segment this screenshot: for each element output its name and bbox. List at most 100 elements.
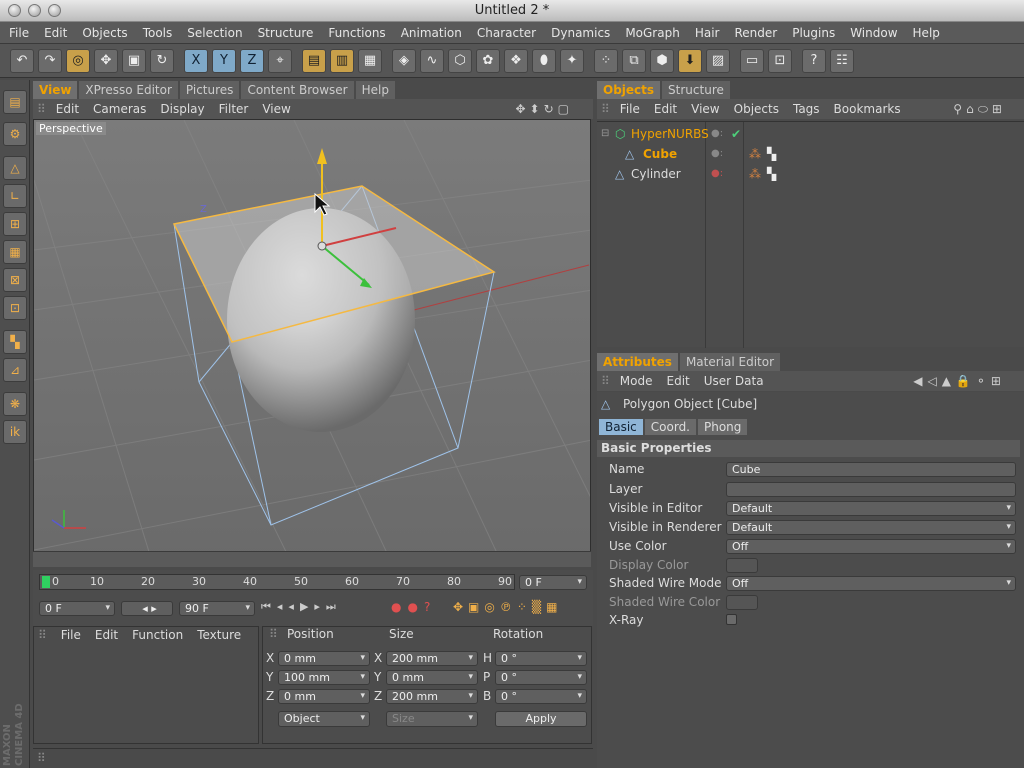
scale-tool-icon[interactable]: ▣ xyxy=(122,49,146,73)
use-model-icon[interactable]: ▤ xyxy=(3,90,27,114)
menu-functions[interactable]: Functions xyxy=(328,26,385,40)
mat-menu-texture[interactable]: Texture xyxy=(197,628,241,642)
menu-file[interactable]: File xyxy=(9,26,29,40)
size-y-field[interactable]: 0 mm xyxy=(386,670,478,685)
lock-icon[interactable]: ⊡ xyxy=(768,49,792,73)
menu-structure[interactable]: Structure xyxy=(258,26,314,40)
attr-menu-user-data[interactable]: User Data xyxy=(704,374,764,388)
tweak-icon[interactable]: ❋ xyxy=(3,392,27,416)
attr-menu-mode[interactable]: Mode xyxy=(620,374,653,388)
viewport-menu-view[interactable]: View xyxy=(262,102,290,116)
redo-icon[interactable]: ↷ xyxy=(38,49,62,73)
object-name[interactable]: HyperNURBS xyxy=(631,125,709,143)
zoom-window-button[interactable] xyxy=(48,4,61,17)
workplane-icon[interactable]: ⊡ xyxy=(3,296,27,320)
list-item[interactable]: △ Cylinder ●: ⁂ ▚ xyxy=(597,165,1024,183)
menu-window[interactable]: Window xyxy=(850,26,897,40)
gizmo-y-arrow-icon[interactable] xyxy=(317,148,327,164)
coordinate-system-icon[interactable]: ⌖ xyxy=(268,49,292,73)
y-axis-lock-icon[interactable]: Y xyxy=(212,49,236,73)
menu-objects[interactable]: Objects xyxy=(82,26,127,40)
texture-mode-icon[interactable]: ▨ xyxy=(706,49,730,73)
menu-help[interactable]: Help xyxy=(913,26,940,40)
layer-field[interactable] xyxy=(726,482,1016,497)
use-color-dropdown[interactable]: Off xyxy=(726,539,1016,554)
ik-icon[interactable]: ik xyxy=(3,420,27,444)
display-color-swatch[interactable] xyxy=(726,558,758,573)
subtab-phong[interactable]: Phong xyxy=(698,419,748,435)
menu-character[interactable]: Character xyxy=(477,26,536,40)
points-tool-icon[interactable]: △ xyxy=(3,156,27,180)
obj-menu-edit[interactable]: Edit xyxy=(654,102,677,116)
object-name[interactable]: Cylinder xyxy=(631,165,681,183)
texture-axis-icon[interactable]: ⊠ xyxy=(3,268,27,292)
mat-menu-edit[interactable]: Edit xyxy=(95,628,118,642)
frame-slider[interactable]: ◂ ▸ xyxy=(121,601,173,616)
close-window-button[interactable] xyxy=(8,4,21,17)
obj-menu-objects[interactable]: Objects xyxy=(734,102,779,116)
menu-dynamics[interactable]: Dynamics xyxy=(551,26,610,40)
light-icon[interactable]: ✦ xyxy=(560,49,584,73)
phong-tag-icon[interactable]: ⁂ xyxy=(749,165,761,183)
render-view-icon[interactable]: ▤ xyxy=(302,49,326,73)
texture-tag-icon[interactable]: ▚ xyxy=(767,145,776,163)
visibility-dots-icon[interactable]: ●: xyxy=(711,145,723,163)
viewport-menu-filter[interactable]: Filter xyxy=(219,102,249,116)
tab-objects[interactable]: Objects xyxy=(597,81,661,99)
settings-icon[interactable]: ☷ xyxy=(830,49,854,73)
edges-mode-icon[interactable]: ⧉ xyxy=(622,49,646,73)
nurbs-icon[interactable]: ⬡ xyxy=(448,49,472,73)
start-frame-field[interactable]: 0 F xyxy=(39,601,115,616)
rotate-tool-icon[interactable]: ↻ xyxy=(150,49,174,73)
viewport-menu-edit[interactable]: Edit xyxy=(56,102,79,116)
subtab-basic[interactable]: Basic xyxy=(599,419,643,435)
drag-handle-icon[interactable]: ⠿ xyxy=(37,102,46,116)
axis-mode-icon[interactable]: ⬇ xyxy=(678,49,702,73)
enabled-check-icon[interactable]: ✔ xyxy=(731,125,741,143)
menu-render[interactable]: Render xyxy=(734,26,777,40)
move-tool-icon[interactable]: ✥ xyxy=(94,49,118,73)
menu-mograph[interactable]: MoGraph xyxy=(625,26,680,40)
apply-button[interactable]: Apply xyxy=(495,711,587,727)
shaded-wire-color-swatch[interactable] xyxy=(726,595,758,610)
phong-tag-icon[interactable]: ⁂ xyxy=(749,145,761,163)
rotation-p-field[interactable]: 0 ° xyxy=(495,670,587,685)
size-z-field[interactable]: 200 mm xyxy=(386,689,478,704)
scene-icon[interactable]: ⬮ xyxy=(532,49,556,73)
live-selection-icon[interactable]: ◎ xyxy=(66,49,90,73)
tab-attributes[interactable]: Attributes xyxy=(597,353,678,371)
menu-animation[interactable]: Animation xyxy=(401,26,462,40)
mat-menu-function[interactable]: Function xyxy=(132,628,183,642)
name-field[interactable]: Cube xyxy=(726,462,1016,477)
drag-handle-icon[interactable]: ⠿ xyxy=(269,627,278,641)
polygons-mode-icon[interactable]: ⬢ xyxy=(650,49,674,73)
visible-in-renderer-dropdown[interactable]: Default xyxy=(726,520,1016,535)
attr-nav-icons[interactable]: ◀◁▲🔒⚬⊞ xyxy=(913,374,1006,388)
end-frame-field[interactable]: 90 F xyxy=(179,601,255,616)
points-mode-icon[interactable]: ⁘ xyxy=(594,49,618,73)
array-icon[interactable]: ✿ xyxy=(476,49,500,73)
3d-viewport[interactable]: Perspective Z xyxy=(33,119,591,567)
drag-handle-icon[interactable]: ⠿ xyxy=(38,628,47,642)
tab-xpresso[interactable]: XPresso Editor xyxy=(79,81,178,99)
visibility-dots-icon[interactable]: ●: xyxy=(711,165,723,183)
xray-checkbox[interactable] xyxy=(726,614,737,625)
playback-controls[interactable]: ⏮◂◂▶▸⏭ xyxy=(261,600,342,614)
menu-selection[interactable]: Selection xyxy=(187,26,242,40)
render-picture-viewer-icon[interactable]: ▥ xyxy=(330,49,354,73)
drag-handle-icon[interactable]: ⠿ xyxy=(37,751,46,765)
viewport-menu-cameras[interactable]: Cameras xyxy=(93,102,146,116)
z-axis-lock-icon[interactable]: Z xyxy=(240,49,264,73)
object-name[interactable]: Cube xyxy=(643,145,677,163)
object-axis-icon[interactable]: ⚙ xyxy=(3,122,27,146)
undo-icon[interactable]: ↶ xyxy=(10,49,34,73)
list-item[interactable]: ⊟ ⬡ HyperNURBS ●: ✔ xyxy=(597,125,1024,143)
menu-hair[interactable]: Hair xyxy=(695,26,720,40)
viewport-nav-icons[interactable]: ✥⬍↻▢ xyxy=(515,102,573,116)
rotation-b-field[interactable]: 0 ° xyxy=(495,689,587,704)
collapse-icon[interactable]: ⊟ xyxy=(601,125,609,143)
rotation-h-field[interactable]: 0 ° xyxy=(495,651,587,666)
grid-icon[interactable]: ▦ xyxy=(3,240,27,264)
drag-handle-icon[interactable]: ⠿ xyxy=(601,102,610,116)
snap-icon[interactable]: ⊿ xyxy=(3,358,27,382)
